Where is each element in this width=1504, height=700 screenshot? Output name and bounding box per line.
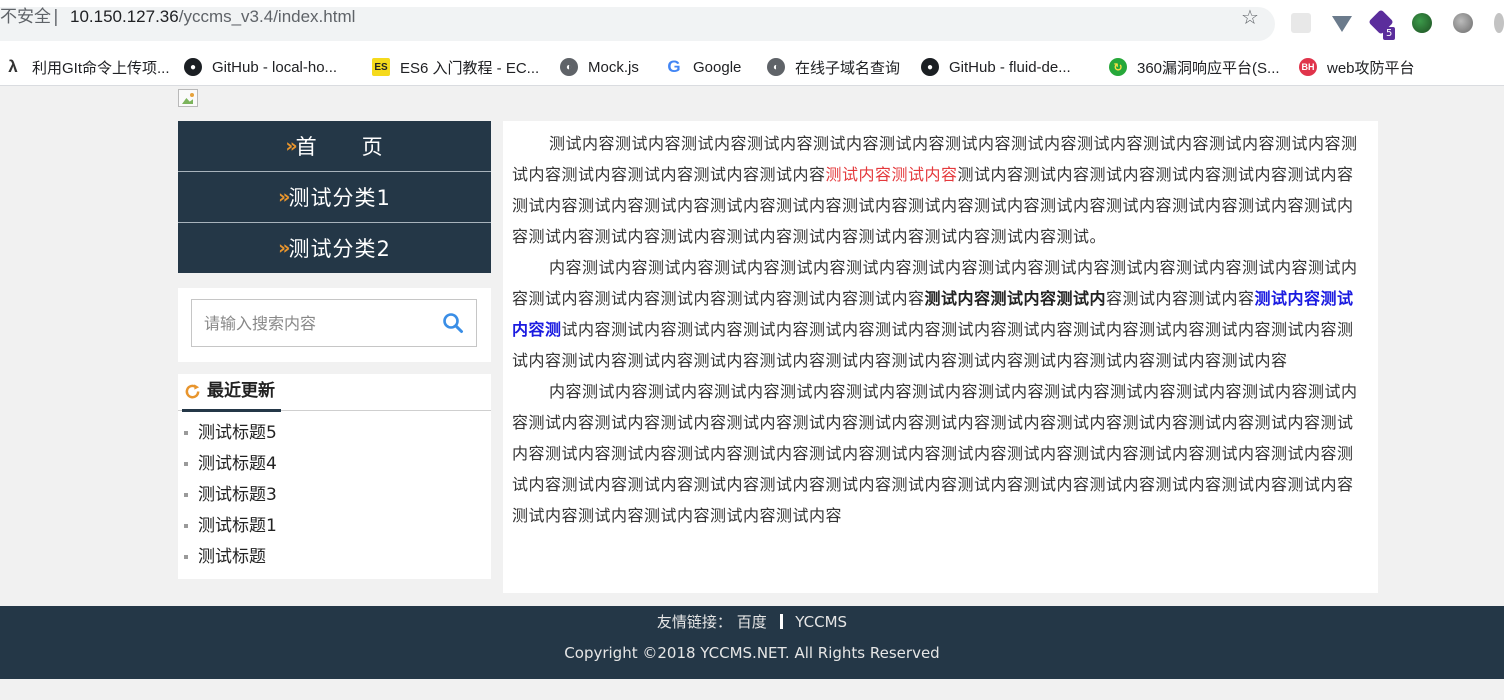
- list-item-label: 测试标题4: [198, 454, 277, 474]
- bookmark-item[interactable]: G Google: [665, 56, 741, 78]
- bookmark-item[interactable]: ↻ 360漏洞响应平台(S...: [1109, 56, 1280, 78]
- lambda-icon: λ: [8, 57, 18, 76]
- github-icon: ●: [184, 58, 202, 76]
- recent-title-tab: 最近更新: [182, 378, 281, 412]
- bookmark-item[interactable]: ● GitHub - fluid-de...: [921, 56, 1071, 78]
- bookmark-label: ES6 入门教程 - EC...: [400, 59, 540, 77]
- list-item[interactable]: 测试标题4: [178, 449, 491, 480]
- github-icon: ●: [921, 58, 939, 76]
- footer: 友情链接： 百度 YCCMS Copyright ©2018 YCCMS.NET…: [0, 606, 1504, 679]
- recent-title: 最近更新: [207, 381, 275, 401]
- search-panel: [178, 288, 491, 362]
- vue-devtools-icon[interactable]: [1332, 16, 1352, 32]
- 360-icon: ↻: [1109, 58, 1127, 76]
- double-chevron-icon: »: [285, 135, 298, 157]
- recent-updates-header: 最近更新: [178, 374, 491, 412]
- recent-list: 测试标题5 测试标题4 测试标题3 测试标题1 测试标题: [178, 418, 491, 573]
- bookmark-label: Google: [693, 58, 742, 76]
- bullet-icon: [184, 462, 188, 466]
- bookmark-label: 在线子域名查询: [795, 59, 901, 77]
- bookmark-label: Mock.js: [588, 58, 639, 76]
- refresh-icon: [185, 384, 200, 399]
- bookmark-item[interactable]: BH web攻防平台: [1299, 56, 1415, 78]
- friend-links-label: 友情链接：: [656, 613, 732, 631]
- list-item-label: 测试标题5: [198, 423, 277, 443]
- main-nav: » 首 页 » 测试分类1 » 测试分类2: [178, 121, 491, 273]
- bookmark-item[interactable]: λ 利用GIt命令上传项...: [4, 56, 170, 78]
- nav-item-category-1[interactable]: » 测试分类1: [178, 172, 491, 223]
- list-item-label: 测试标题: [198, 547, 266, 567]
- url-text[interactable]: 10.150.127.36/yccms_v3.4/index.html: [70, 7, 355, 27]
- bookmark-item[interactable]: ● GitHub - local-ho...: [184, 56, 337, 78]
- bookmark-item[interactable]: ES ES6 入门教程 - EC...: [372, 56, 539, 78]
- browser-address-bar: 不安全 | 10.150.127.36/yccms_v3.4/index.htm…: [0, 0, 1504, 48]
- extension-icon[interactable]: [1291, 13, 1311, 33]
- list-item[interactable]: 测试标题1: [178, 511, 491, 542]
- bookmark-label: GitHub - fluid-de...: [949, 58, 1071, 76]
- nav-item-label: 测试分类2: [288, 237, 391, 261]
- bold-text: 测试内容测试内容测试内: [924, 289, 1107, 308]
- globe-icon: ◐: [560, 58, 578, 76]
- url-host: 10.150.127.36: [70, 7, 179, 26]
- article-content: 测试内容测试内容测试内容测试内容测试内容测试内容测试内容测试内容测试内容测试内容…: [503, 121, 1378, 593]
- bookmark-label: 利用GIt命令上传项...: [32, 59, 170, 77]
- bullet-icon: [184, 431, 188, 435]
- globe-icon: ◐: [767, 58, 785, 76]
- insecure-label[interactable]: 不安全: [0, 7, 51, 27]
- bullet-icon: [184, 493, 188, 497]
- search-input[interactable]: [192, 300, 432, 346]
- link-divider: [779, 614, 783, 629]
- bookmark-item[interactable]: ◐ 在线子域名查询: [767, 56, 900, 78]
- bullet-icon: [184, 524, 188, 528]
- friend-links: 友情链接： 百度 YCCMS: [0, 612, 1504, 632]
- link-yccms[interactable]: YCCMS: [795, 613, 847, 631]
- es-icon: ES: [372, 58, 390, 76]
- paragraph-1: 测试内容测试内容测试内容测试内容测试内容测试内容测试内容测试内容测试内容测试内容…: [512, 128, 1358, 252]
- bookmark-label: GitHub - local-ho...: [212, 58, 338, 76]
- paragraph-3: 内容测试内容测试内容测试内容测试内容测试内容测试内容测试内容测试内容测试内容测试…: [512, 376, 1358, 531]
- recent-updates-panel: 最近更新 测试标题5 测试标题4 测试标题3 测试标题1 测试标题: [178, 374, 491, 579]
- nav-item-home[interactable]: » 首 页: [178, 121, 491, 172]
- extension-green-icon[interactable]: [1412, 13, 1432, 33]
- list-item-label: 测试标题3: [198, 485, 277, 505]
- paragraph-text: 容测试内容测试内容: [1106, 289, 1255, 308]
- bookmark-star-icon[interactable]: ☆: [1241, 6, 1259, 28]
- list-item-label: 测试标题1: [198, 516, 277, 536]
- bookmarks-bar: λ 利用GIt命令上传项... ● GitHub - local-ho... ES E…: [0, 48, 1504, 86]
- url-path: /yccms_v3.4/index.html: [178, 7, 356, 26]
- link-baidu[interactable]: 百度: [737, 613, 767, 631]
- bh-icon: BH: [1299, 58, 1317, 76]
- search-field: [191, 299, 477, 347]
- extension-partial-icon[interactable]: [1494, 13, 1504, 33]
- list-item[interactable]: 测试标题5: [178, 418, 491, 449]
- bookmark-label: 360漏洞响应平台(S...: [1137, 59, 1280, 77]
- list-item[interactable]: 测试标题3: [178, 480, 491, 511]
- url-separator: |: [53, 7, 59, 27]
- nav-item-category-2[interactable]: » 测试分类2: [178, 223, 491, 273]
- bookmark-label: web攻防平台: [1327, 59, 1415, 77]
- nav-item-label: 测试分类1: [288, 186, 391, 210]
- bookmark-item[interactable]: ◐ Mock.js: [560, 56, 639, 78]
- broken-logo-image: [178, 89, 198, 107]
- paragraph-text: 试内容测试内容测试内容测试内容测试内容测试内容测试内容测试内容测试内容测试内容测…: [512, 320, 1354, 370]
- nav-item-label: 首 页: [295, 135, 384, 159]
- search-icon[interactable]: [442, 312, 464, 334]
- extension-globe-icon[interactable]: [1453, 13, 1473, 33]
- double-chevron-icon: »: [278, 186, 291, 208]
- list-item[interactable]: 测试标题: [178, 542, 491, 573]
- red-highlight-text: 测试内容测试内容: [825, 165, 958, 184]
- paragraph-text: 内容测试内容测试内容测试内容测试内容测试内容测试内容测试内容测试内容测试内容测试…: [512, 382, 1358, 525]
- copyright: Copyright ©2018 YCCMS.NET. All Rights Re…: [564, 644, 940, 662]
- extension-badge: 5: [1383, 27, 1396, 40]
- google-icon: G: [667, 57, 681, 76]
- bullet-icon: [184, 555, 188, 559]
- double-chevron-icon: »: [278, 237, 291, 259]
- paragraph-2: 内容测试内容测试内容测试内容测试内容测试内容测试内容测试内容测试内容测试内容测试…: [512, 252, 1358, 376]
